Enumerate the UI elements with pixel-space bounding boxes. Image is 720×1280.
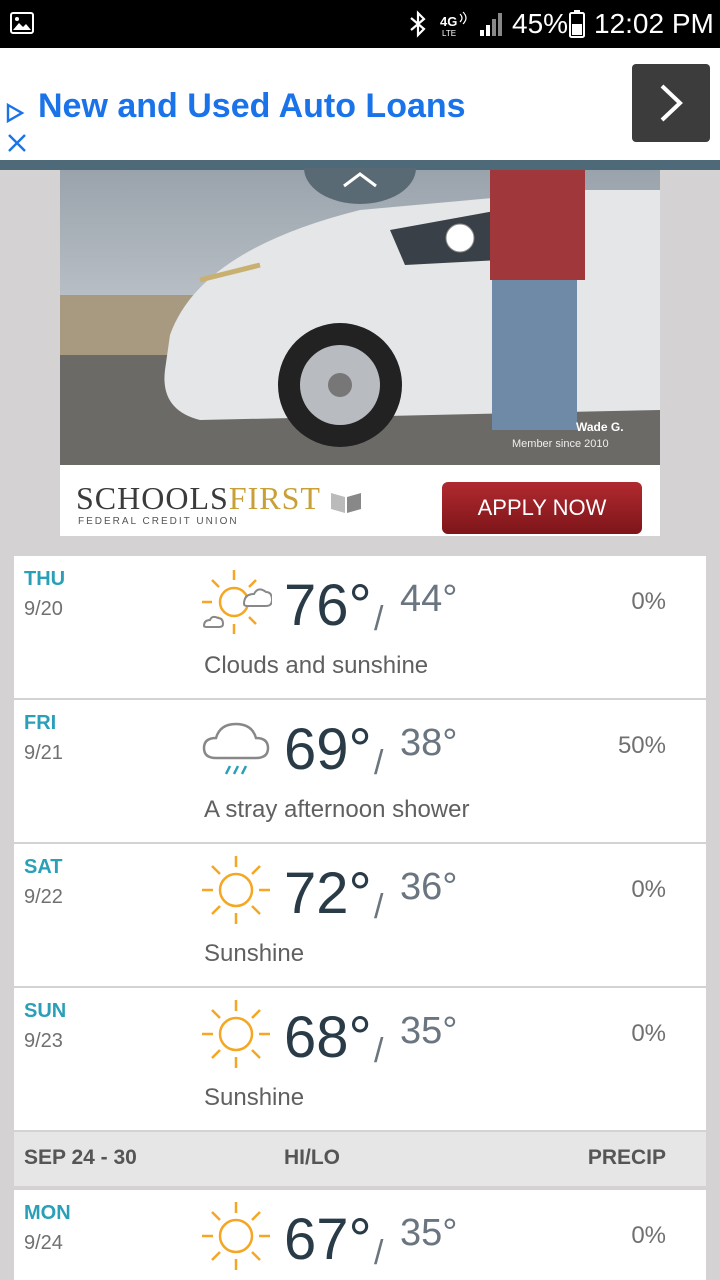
day-label: SAT <box>24 856 63 878</box>
book-logo-icon <box>331 492 362 513</box>
schoolsfirst-logo: SCHOOLSFIRST <box>76 480 363 517</box>
battery-percent: 45% <box>512 8 569 39</box>
high-temp: 72° <box>284 861 372 926</box>
precip-chance: 0% <box>631 1222 666 1249</box>
ad-photo-car-man <box>60 170 660 465</box>
low-temp: 38° <box>400 722 458 764</box>
precip-chance: 0% <box>631 876 666 903</box>
bluetooth-icon <box>410 10 426 38</box>
forecast-row[interactable]: MON 9/24 67° / 35° 0% <box>14 1190 706 1280</box>
temp-separator: / <box>374 1032 384 1070</box>
date-label: 9/22 <box>24 886 63 908</box>
forecast-description: A stray afternoon shower <box>204 796 470 823</box>
low-temp: 35° <box>400 1010 458 1052</box>
ad-caption-name: Wade G. <box>576 420 624 434</box>
gallery-notification-icon <box>10 12 34 34</box>
clock: 12:02 PM <box>594 8 714 39</box>
close-ad-icon[interactable] <box>6 132 28 154</box>
sun-icon <box>202 1000 270 1068</box>
week-range-label: SEP 24 - 30 <box>24 1146 137 1169</box>
sun-icon <box>202 856 270 924</box>
forecast-row[interactable]: SUN 9/23 68° / 35° 0% Sunshine <box>14 988 706 1130</box>
day-label: THU <box>24 568 66 590</box>
high-temp: 68° <box>284 1005 372 1070</box>
ad-caption-member: Member since 2010 <box>512 438 609 450</box>
date-label: 9/24 <box>24 1232 63 1254</box>
forecast-row[interactable]: FRI 9/21 69° / 38° 50% A stray afternoon… <box>14 700 706 842</box>
schoolsfirst-subtitle: FEDERAL CREDIT UNION <box>78 516 239 527</box>
date-label: 9/23 <box>24 1030 63 1052</box>
temp-separator: / <box>374 600 384 638</box>
precip-chance: 0% <box>631 1020 666 1047</box>
precip-chance: 0% <box>631 588 666 615</box>
ad-next-button[interactable] <box>632 64 710 142</box>
low-temp: 36° <box>400 866 458 908</box>
signal-4g-lte-icon: 4G LTE <box>440 11 502 38</box>
precip-chance: 50% <box>617 732 666 759</box>
schoolsfirst-ad[interactable]: Wade G. Member since 2010 SCHOOLSFIRST F… <box>60 170 660 536</box>
status-bar: 4G LTE 45% 12:02 PM <box>0 0 720 48</box>
rain-cloud-icon <box>202 722 270 775</box>
precip-column-label: PRECIP <box>587 1146 666 1169</box>
high-temp: 76° <box>284 573 372 638</box>
sun-icon <box>202 1202 270 1270</box>
temp-separator: / <box>374 1234 384 1272</box>
collapse-ad-button[interactable] <box>304 132 416 204</box>
day-label: FRI <box>24 712 57 734</box>
ad-headline-link[interactable]: New and Used Auto Loans <box>38 86 466 126</box>
date-label: 9/20 <box>24 598 63 620</box>
forecast-description: Sunshine <box>204 940 305 967</box>
apply-now-button[interactable]: APPLY NOW <box>442 482 642 534</box>
forecast-description: Clouds and sunshine <box>204 652 429 679</box>
week-section-header: SEP 24 - 30 HI/LO PRECIP <box>14 1132 706 1186</box>
high-temp: 67° <box>284 1207 372 1272</box>
temp-separator: / <box>374 744 384 782</box>
svg-text:4G: 4G <box>440 14 457 29</box>
day-label: MON <box>24 1202 71 1224</box>
temp-separator: / <box>374 888 384 926</box>
high-temp: 69° <box>284 717 372 782</box>
chevron-right-icon <box>660 84 683 122</box>
partly-sunny-icon <box>202 570 272 634</box>
forecast-description: Sunshine <box>204 1084 305 1111</box>
hilo-column-label: HI/LO <box>284 1146 340 1169</box>
date-label: 9/21 <box>24 742 63 764</box>
forecast-row[interactable]: SAT 9/22 72° / 36° 0% Sunshine <box>14 844 706 986</box>
forecast-row[interactable]: THU 9/20 76° / 44° 0% Clouds and sunshin… <box>14 556 706 698</box>
day-label: SUN <box>24 1000 67 1022</box>
low-temp: 44° <box>400 578 458 620</box>
low-temp: 35° <box>400 1212 458 1254</box>
ad-choices-icon[interactable] <box>4 102 26 124</box>
battery-icon <box>569 10 585 38</box>
svg-text:LTE: LTE <box>442 29 456 38</box>
